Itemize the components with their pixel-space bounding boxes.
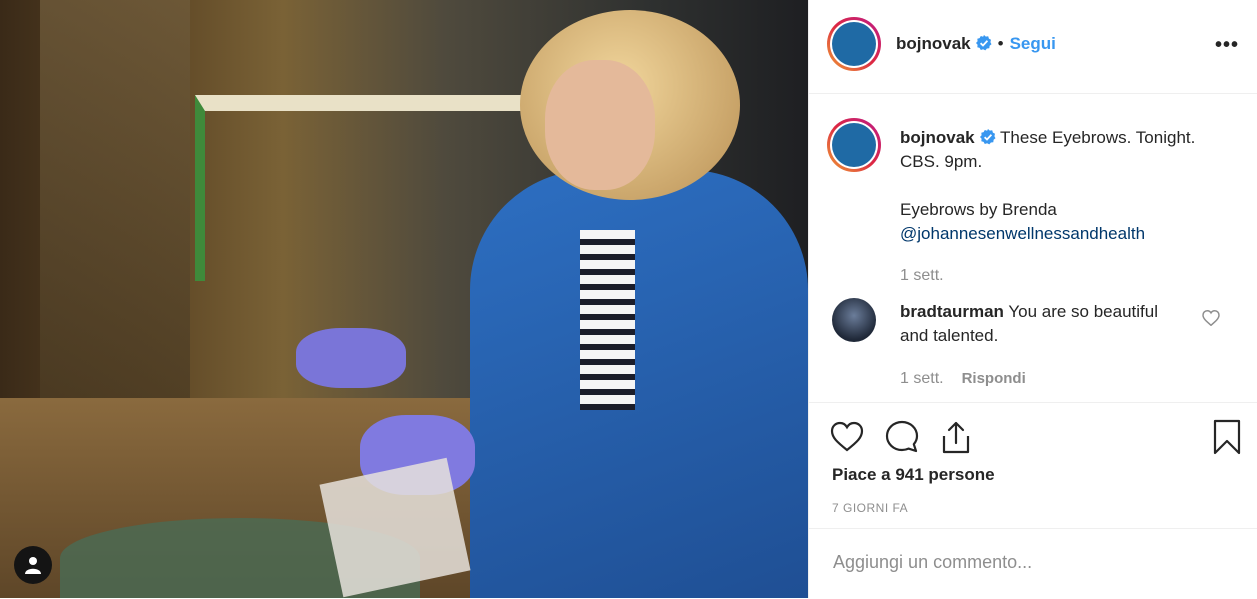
post-photo[interactable] (0, 0, 808, 598)
post-header: bojnovak • Segui ••• (809, 0, 1257, 94)
post-actions: Piace a 941 persone 7 GIORNI FA (809, 402, 1257, 529)
verified-icon (979, 129, 996, 145)
verified-icon (975, 35, 992, 51)
photo-face (545, 60, 655, 190)
caption-timestamp[interactable]: 1 sett. (900, 267, 944, 285)
caption-username[interactable]: bojnovak (900, 128, 975, 147)
comment-item: bradtaurman You are so beautiful and tal… (900, 300, 1190, 348)
share-icon[interactable] (938, 419, 974, 455)
separator-dot: • (997, 34, 1004, 53)
comment-meta: 1 sett. Rispondi (900, 370, 1026, 388)
heart-icon[interactable] (829, 419, 865, 455)
caption-text-line: These Eyebrows. Tonight. (1000, 128, 1196, 147)
user-tag-icon (25, 557, 41, 574)
likes-count[interactable]: Piace a 941 persone (832, 465, 995, 485)
bookmark-icon[interactable] (1209, 419, 1245, 455)
header-title: bojnovak • Segui (896, 34, 1056, 54)
follow-button[interactable]: Segui (1010, 34, 1056, 53)
caption-text-line: CBS. 9pm. (900, 152, 983, 171)
comment-like-heart-icon[interactable] (1202, 310, 1220, 326)
add-comment-input[interactable] (831, 551, 1235, 574)
photo-door (40, 0, 190, 420)
photo-jacket (470, 170, 808, 598)
post-side-panel: bojnovak • Segui ••• bojnovak These Eyebr… (808, 0, 1257, 598)
comments-section: bojnovak These Eyebrows. Tonight. CBS. 9… (809, 94, 1257, 402)
more-options-icon[interactable]: ••• (1215, 34, 1239, 57)
post-date[interactable]: 7 GIORNI FA (832, 501, 908, 515)
post-caption: bojnovak These Eyebrows. Tonight. CBS. 9… (900, 126, 1230, 246)
comment-timestamp[interactable]: 1 sett. (900, 370, 944, 387)
add-comment-bar (809, 528, 1257, 599)
caption-mention-link[interactable]: @johannesenwellnessandhealth (900, 222, 1230, 246)
author-username[interactable]: bojnovak (896, 34, 971, 53)
reply-button[interactable]: Rispondi (962, 370, 1026, 387)
photo-glove-left (296, 328, 406, 388)
caption-avatar[interactable] (827, 118, 881, 172)
comment-username[interactable]: bradtaurman (900, 302, 1004, 321)
user-tag-button[interactable] (14, 546, 52, 584)
commenter-avatar[interactable] (832, 298, 876, 342)
caption-text-line: Eyebrows by Brenda (900, 200, 1057, 219)
author-avatar[interactable] (827, 17, 881, 71)
comment-icon[interactable] (884, 419, 920, 455)
photo-shirt (580, 230, 635, 410)
